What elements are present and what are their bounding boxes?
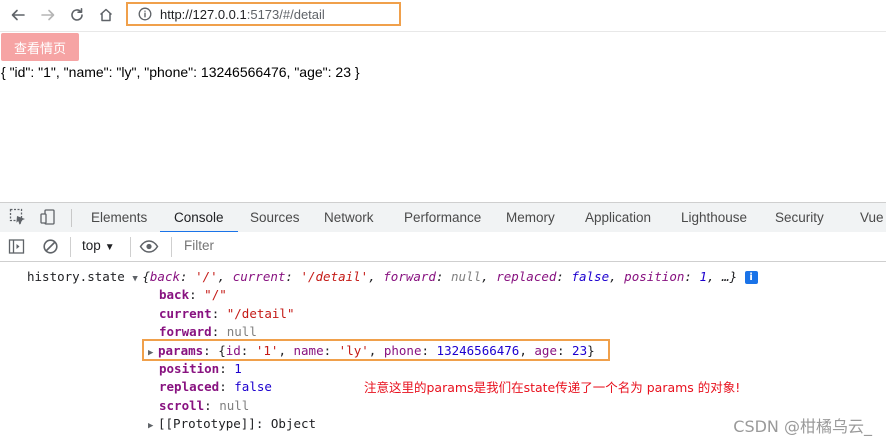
clear-console-icon[interactable]: [42, 238, 59, 255]
page-json-output: { "id": "1", "name": "ly", "phone": 1324…: [1, 64, 360, 80]
home-icon[interactable]: [95, 4, 117, 26]
params-highlight-box: [142, 339, 610, 361]
chevron-down-icon: ▼: [104, 242, 115, 253]
console-toolbar: top ▼: [0, 232, 886, 262]
device-toolbar-icon[interactable]: [39, 208, 57, 226]
prop-scroll: scroll: null: [159, 398, 250, 413]
annotation-note: 注意这里的params是我们在state传递了一个名为 params 的对象!: [364, 380, 741, 395]
site-info-icon[interactable]: [138, 7, 152, 21]
tab-console[interactable]: Console: [160, 203, 237, 233]
filter-input[interactable]: [184, 238, 484, 253]
context-selector[interactable]: top ▼: [82, 238, 115, 253]
prop-current: current: "/detail": [159, 306, 295, 321]
prop-prototype[interactable]: ▶ [[Prototype]]: Object: [148, 415, 316, 433]
object-summary[interactable]: {back: '/', current: '/detail', forward:…: [142, 269, 737, 284]
tab-elements[interactable]: Elements: [91, 203, 147, 232]
back-arrow-icon[interactable]: [7, 4, 29, 26]
inspect-element-icon[interactable]: [9, 208, 27, 226]
toolbar-divider: [130, 237, 131, 257]
expand-triangle-icon[interactable]: ▼: [132, 270, 142, 288]
toolbar-divider: [70, 237, 71, 257]
devtools-tabbar: Elements Console Sources Network Perform…: [0, 202, 886, 233]
sidebar-toggle-icon[interactable]: [8, 238, 25, 255]
tab-vue[interactable]: Vue: [860, 203, 884, 232]
url-host: http://127.0.0.1: [160, 6, 247, 22]
tab-network[interactable]: Network: [324, 203, 374, 232]
address-bar[interactable]: http://127.0.0.1:5173/#/detail: [126, 2, 401, 26]
prop-position: position: 1: [159, 361, 242, 376]
url-path: :5173/#/detail: [246, 6, 325, 22]
tab-application[interactable]: Application: [585, 203, 651, 232]
view-details-button[interactable]: 查看情页: [1, 33, 79, 61]
log-label: history.state: [27, 269, 125, 284]
tab-performance[interactable]: Performance: [404, 203, 481, 232]
expand-triangle-icon[interactable]: ▶: [148, 417, 158, 435]
tab-security[interactable]: Security: [775, 203, 824, 232]
prop-replaced: replaced: false: [159, 379, 272, 394]
tab-lighthouse[interactable]: Lighthouse: [681, 203, 747, 232]
prop-back: back: "/": [159, 287, 227, 302]
browser-toolbar: http://127.0.0.1:5173/#/detail: [0, 0, 886, 32]
context-label: top: [82, 238, 101, 253]
toolbar-divider: [71, 209, 72, 227]
url-text[interactable]: http://127.0.0.1:5173/#/detail: [160, 7, 325, 22]
reload-icon[interactable]: [66, 4, 88, 26]
eye-icon[interactable]: [139, 238, 159, 255]
toolbar-divider: [171, 237, 172, 257]
info-icon[interactable]: i: [744, 271, 758, 284]
tab-memory[interactable]: Memory: [506, 203, 555, 232]
console-log-line: history.state ▼ {back: '/', current: '/de…: [27, 268, 758, 286]
forward-arrow-icon[interactable]: [37, 4, 59, 26]
watermark: CSDN @柑橘乌云_: [733, 417, 872, 436]
tab-sources[interactable]: Sources: [250, 203, 300, 232]
